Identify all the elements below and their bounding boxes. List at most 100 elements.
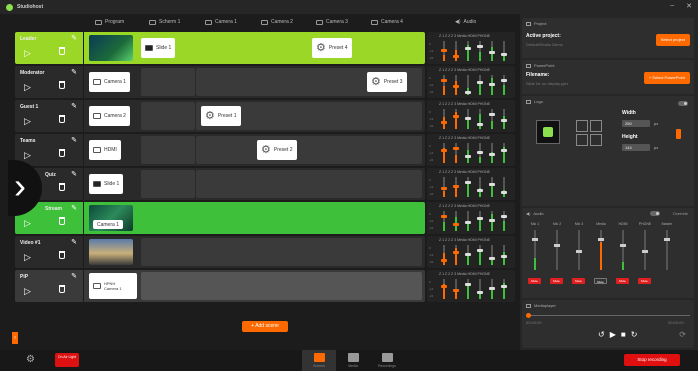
channel-fader[interactable]: [465, 75, 471, 95]
edit-icon[interactable]: ✎: [71, 102, 77, 110]
fader-knob[interactable]: [620, 244, 626, 247]
height-input[interactable]: 144: [622, 144, 650, 151]
fader-knob[interactable]: [441, 215, 447, 218]
preset-card[interactable]: ⚙ Preset 1: [201, 106, 241, 126]
edit-icon[interactable]: ✎: [71, 204, 77, 212]
channel-fader[interactable]: [501, 143, 507, 163]
scene-row[interactable]: Guest 1 ✎ ▷ Camera 2 ⚙ Preset 1: [15, 100, 425, 132]
source-card-camera[interactable]: Camera 1: [89, 72, 130, 92]
fader-knob[interactable]: [489, 153, 495, 156]
play-icon[interactable]: ▷: [24, 218, 31, 229]
fader-knob[interactable]: [465, 253, 471, 256]
channel-fader[interactable]: [441, 143, 447, 163]
channel-fader[interactable]: [489, 177, 495, 197]
channel-fader[interactable]: [477, 109, 483, 129]
scene-row[interactable]: Moderator ✎ ▷ Camera 1 ⚙ Preset 3: [15, 66, 425, 98]
channel-fader[interactable]: [477, 279, 483, 299]
collapse-arrow-icon[interactable]: ›: [12, 332, 18, 344]
channel-fader[interactable]: [441, 109, 447, 129]
channel-fader[interactable]: [453, 143, 459, 163]
fader-knob[interactable]: [477, 81, 483, 84]
trash-icon[interactable]: [59, 115, 65, 123]
scene-row[interactable]: Stream ✎ ▷ Camera 1: [15, 202, 425, 234]
empty-cell[interactable]: [141, 170, 195, 198]
channel-fader[interactable]: [489, 75, 495, 95]
fader-knob[interactable]: [441, 121, 447, 124]
fader-knob[interactable]: [477, 217, 483, 220]
channel-fader[interactable]: [453, 75, 459, 95]
channel-fader[interactable]: [441, 177, 447, 197]
trash-icon[interactable]: [59, 183, 65, 191]
channel-fader[interactable]: [465, 211, 471, 231]
channel-fader[interactable]: [441, 75, 447, 95]
edit-icon[interactable]: ✎: [71, 34, 77, 42]
fader-knob[interactable]: [465, 117, 471, 120]
rewind-icon[interactable]: ↺: [598, 330, 605, 339]
play-icon[interactable]: ▶: [610, 330, 616, 339]
channel-fader[interactable]: [453, 211, 459, 231]
fader-knob[interactable]: [501, 119, 507, 122]
audio-fader[interactable]: [620, 230, 626, 270]
fader-knob[interactable]: [489, 51, 495, 54]
channel-fader[interactable]: [477, 245, 483, 265]
play-icon[interactable]: ▷: [24, 286, 31, 297]
edit-icon[interactable]: ✎: [71, 68, 77, 76]
channel-fader[interactable]: [489, 143, 495, 163]
channel-fader[interactable]: [489, 41, 495, 61]
mute-button[interactable]: Mute: [594, 278, 607, 284]
fader-knob[interactable]: [501, 285, 507, 288]
channel-fader[interactable]: [453, 245, 459, 265]
fader-knob[interactable]: [453, 289, 459, 292]
mute-button[interactable]: Mute: [638, 278, 651, 284]
fader-knob[interactable]: [453, 85, 459, 88]
fader-knob[interactable]: [477, 291, 483, 294]
fader-knob[interactable]: [532, 238, 538, 241]
fader-knob[interactable]: [453, 223, 459, 226]
fader-knob[interactable]: [554, 244, 560, 247]
fader-knob[interactable]: [489, 219, 495, 222]
channel-fader[interactable]: [441, 211, 447, 231]
channel-fader[interactable]: [501, 245, 507, 265]
channel-fader[interactable]: [501, 109, 507, 129]
settings-gear-icon[interactable]: ⚙: [26, 355, 35, 365]
fader-knob[interactable]: [501, 149, 507, 152]
audio-fader[interactable]: [576, 230, 582, 270]
empty-cell[interactable]: [141, 68, 195, 96]
channel-fader[interactable]: [501, 211, 507, 231]
fader-knob[interactable]: [642, 250, 648, 253]
audio-fader[interactable]: [532, 230, 538, 270]
stop-recording-button[interactable]: Stop recording: [624, 354, 680, 366]
fader-knob[interactable]: [489, 287, 495, 290]
tab-recordings[interactable]: Recordings: [370, 350, 404, 371]
channel-fader[interactable]: [453, 177, 459, 197]
play-icon[interactable]: ▷: [24, 116, 31, 127]
channel-fader[interactable]: [477, 75, 483, 95]
source-card-camera[interactable]: Camera 2: [89, 106, 130, 126]
edit-icon[interactable]: ✎: [71, 136, 77, 144]
channel-fader[interactable]: [501, 41, 507, 61]
trash-icon[interactable]: [59, 251, 65, 259]
fader-knob[interactable]: [598, 238, 604, 241]
scene-row[interactable]: Teams ✎ ▷ HDMI ⚙ Preset 2: [15, 134, 425, 166]
tab-scenes[interactable]: Scenes: [302, 350, 336, 371]
play-icon[interactable]: ▷: [24, 48, 31, 59]
audio-fader[interactable]: [664, 230, 670, 270]
add-scene-button[interactable]: + Add scene: [242, 321, 288, 332]
fader-knob[interactable]: [465, 47, 471, 50]
channel-fader[interactable]: [453, 279, 459, 299]
fader-knob[interactable]: [489, 113, 495, 116]
position-grid[interactable]: [576, 120, 602, 146]
audio-fader[interactable]: [554, 230, 560, 270]
fader-knob[interactable]: [441, 285, 447, 288]
preset-card[interactable]: ⚙ Preset 2: [257, 140, 297, 160]
source-card-slide[interactable]: Slide 1: [141, 38, 176, 58]
channel-fader[interactable]: [453, 109, 459, 129]
play-icon[interactable]: ▷: [24, 150, 31, 161]
trash-icon[interactable]: [59, 81, 65, 89]
fader-knob[interactable]: [501, 79, 507, 82]
fader-knob[interactable]: [453, 251, 459, 254]
fader-knob[interactable]: [576, 250, 582, 253]
scene-row[interactable]: Quiz ✎ ▷ Slide 1: [15, 168, 425, 200]
fader-knob[interactable]: [489, 183, 495, 186]
close-button[interactable]: ✕: [686, 2, 692, 10]
